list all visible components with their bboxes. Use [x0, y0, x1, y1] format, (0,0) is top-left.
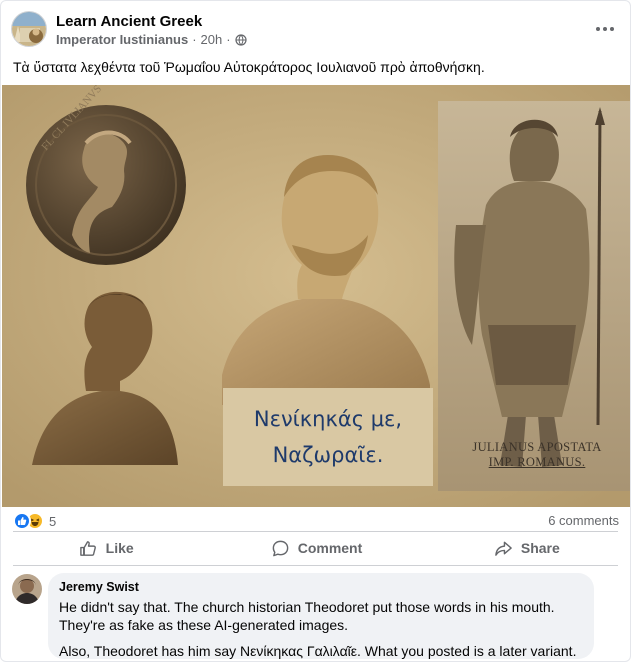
post-time-link[interactable]: 20h — [201, 32, 223, 47]
comment-icon — [272, 540, 289, 556]
group-avatar[interactable] — [11, 11, 47, 47]
comment-text-line-2: They're as fake as these AI-generated im… — [59, 617, 349, 633]
post-author-link[interactable]: Imperator Iustinianus — [56, 32, 188, 47]
like-label: Like — [105, 540, 134, 556]
thumbs-up-icon — [79, 540, 96, 556]
comment-author-link[interactable]: Jeremy Swist — [59, 580, 583, 594]
more-options-icon[interactable] — [595, 21, 615, 37]
quote-box: Νενίκηκάς με, Ναζωραῖε. — [223, 388, 433, 486]
share-label: Share — [520, 540, 560, 556]
comment-text-line-1: He didn't say that. The church historian… — [59, 599, 555, 615]
like-icon — [13, 512, 31, 530]
divider — [13, 531, 618, 532]
like-button[interactable]: Like — [1, 533, 211, 563]
statue-caption-line-1: JULIANUS APOSTATA — [472, 440, 602, 454]
comment-text-line-3: Also, Theodoret has him say Νενίκηκας Γα… — [59, 643, 577, 659]
share-button[interactable]: Share — [422, 533, 630, 563]
statue-caption: JULIANUS APOSTATA IMP. ROMANUS. — [451, 440, 623, 470]
post-caption: Τὰ ὕστατα λεχθέντα τοῦ Ῥωμαΐου Αὐτοκράτο… — [13, 59, 485, 75]
post-image[interactable]: FL CL IVLIANVS Νενίκηκάς με, Ναζωραῖε. J… — [2, 85, 630, 507]
divider — [13, 565, 618, 566]
statue-caption-line-2: IMP. ROMANUS. — [488, 455, 586, 469]
quote-line-1: Νενίκηκάς με, — [253, 407, 403, 431]
post-header: Learn Ancient Greek Imperator Iustinianu… — [11, 11, 621, 51]
post-card: Learn Ancient Greek Imperator Iustinianu… — [0, 0, 631, 662]
globe-icon — [234, 33, 247, 46]
quote-line-2: Ναζωραῖε. — [272, 443, 384, 467]
comments-count-link[interactable]: 6 comments — [548, 513, 619, 528]
commenter-avatar[interactable] — [12, 574, 42, 604]
comment-bubble: Jeremy Swist He didn't say that. The chu… — [48, 573, 594, 659]
meta-dot: · — [226, 32, 231, 47]
post-meta: Imperator Iustinianus · 20h · — [56, 32, 247, 47]
post-actions: Like Comment Share — [1, 533, 630, 563]
comment-button[interactable]: Comment — [211, 533, 421, 563]
reaction-count: 5 — [49, 513, 57, 529]
meta-dot: · — [192, 32, 197, 47]
comment-label: Comment — [297, 540, 363, 556]
reactions-summary[interactable]: 5 — [13, 512, 56, 530]
statue-engraving-image — [438, 101, 630, 491]
group-name-link[interactable]: Learn Ancient Greek — [56, 13, 202, 30]
share-icon — [495, 541, 512, 556]
